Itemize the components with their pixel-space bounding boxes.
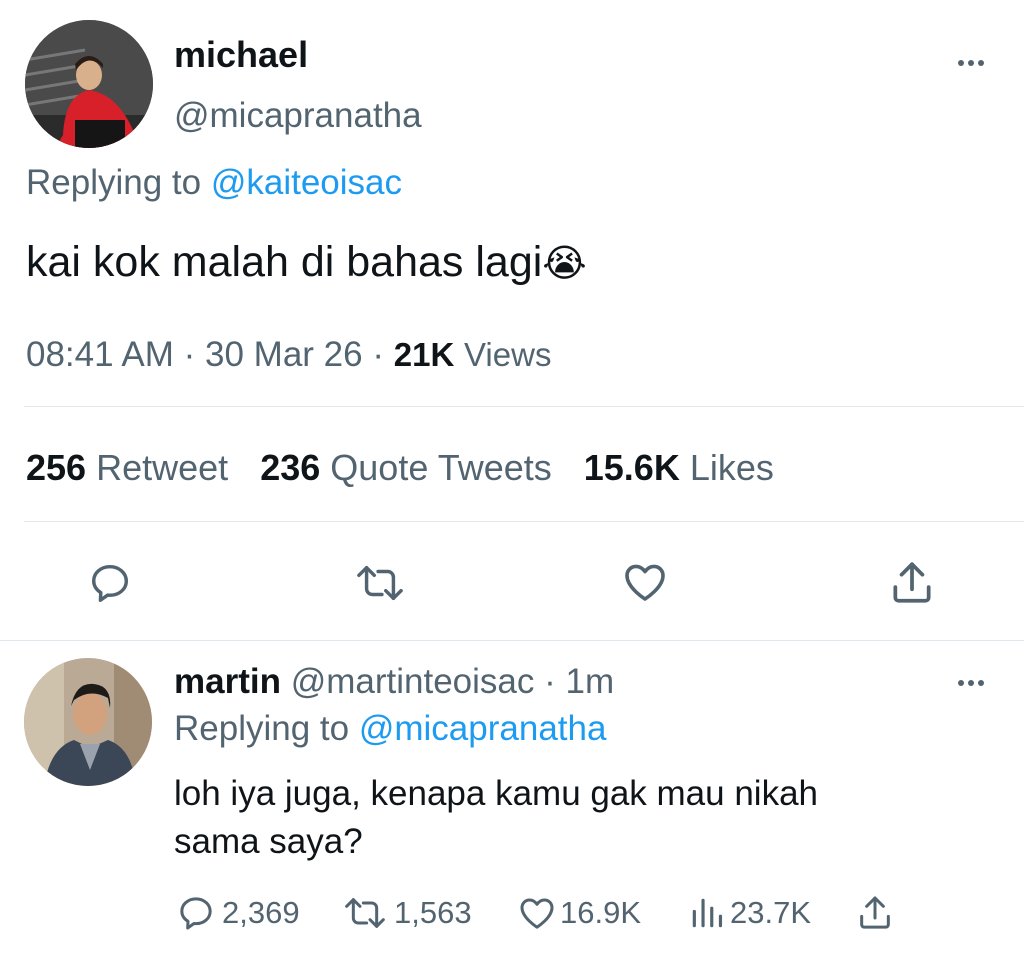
likes-count: 15.6K (583, 447, 680, 488)
divider (24, 521, 1024, 522)
reply-avatar-photo (24, 658, 152, 786)
reply-text-line: sama saya? (174, 822, 363, 861)
reply-author-avatar[interactable] (24, 658, 152, 786)
likes-label: Likes (689, 447, 774, 488)
reply-text-line: loh iya juga, kenapa kamu gak mau nikah (174, 774, 819, 813)
tweet-text: kai kok malah di bahas lagi😭 (26, 238, 587, 287)
replying-to-line: Replying to @kaiteoisac (26, 163, 402, 203)
tweet-date[interactable]: 30 Mar 26 (205, 335, 363, 374)
likes-stat[interactable]: 15.6K Likes (584, 447, 774, 488)
avatar-photo (25, 20, 153, 148)
reply-replying-handle[interactable]: @micapranatha (359, 709, 607, 748)
like-count: 16.9K (560, 895, 642, 930)
reply-author-handle[interactable]: @martinteoisac (291, 662, 535, 701)
retweet-icon[interactable] (355, 560, 405, 606)
reply-header: martin @martinteoisac · 1m (174, 662, 614, 702)
reply-replying-label: Replying to (174, 709, 350, 748)
reply-reply-button[interactable]: 2,369 (176, 893, 300, 933)
reply-icon[interactable] (87, 560, 133, 606)
retweet-count: 1,563 (394, 895, 472, 930)
views-label: Views (464, 336, 552, 373)
quote-count: 236 (260, 447, 321, 488)
views-count: 23.7K (730, 895, 812, 930)
like-icon (520, 898, 554, 929)
tweet-time[interactable]: 08:41 AM (26, 335, 174, 374)
reply-views-button[interactable]: 23.7K (688, 893, 811, 933)
retweet-count: 256 (26, 447, 87, 488)
meta-separator: · (372, 335, 384, 374)
reply-author-name[interactable]: martin (174, 662, 281, 701)
retweet-label: Retweet (96, 447, 229, 488)
divider (24, 406, 1024, 407)
crying-emoji: 😭 (542, 241, 587, 285)
engagement-stats: 256 Retweet 236 Quote Tweets 15.6K Likes (26, 447, 774, 489)
reply-text: loh iya juga, kenapa kamu gak mau nikah … (174, 770, 818, 866)
tweet-body: kai kok malah di bahas lagi (26, 238, 543, 286)
reply-replying-to-line: Replying to @micapranatha (174, 709, 606, 749)
reply-more-icon[interactable] (958, 680, 984, 686)
reply-count: 2,369 (222, 895, 300, 930)
reply-icon (180, 897, 212, 930)
tweet-meta: 08:41 AM · 30 Mar 26 · 21K Views (26, 335, 551, 375)
quote-label: Quote Tweets (330, 447, 552, 488)
author-name[interactable]: michael (174, 34, 308, 76)
section-divider (0, 640, 1024, 641)
author-handle[interactable]: @micapranatha (174, 96, 422, 136)
retweet-icon (345, 898, 385, 928)
share-icon[interactable] (887, 558, 937, 608)
share-icon (860, 896, 890, 929)
views-count: 21K (393, 336, 455, 373)
more-icon[interactable] (958, 60, 984, 66)
reply-share-button[interactable] (855, 893, 895, 933)
replying-to-handle[interactable]: @kaiteoisac (211, 163, 402, 202)
reply-like-button[interactable]: 16.9K (516, 893, 641, 933)
views-icon (692, 898, 723, 928)
like-icon[interactable] (620, 558, 670, 606)
meta-separator: · (183, 335, 196, 374)
reply-age[interactable]: · 1m (544, 662, 614, 701)
quote-stat[interactable]: 236 Quote Tweets (260, 447, 562, 488)
reply-retweet-button[interactable]: 1,563 (342, 893, 472, 933)
author-avatar[interactable] (25, 20, 153, 148)
replying-to-label: Replying to (26, 163, 202, 202)
retweet-stat[interactable]: 256 Retweet (26, 447, 238, 488)
